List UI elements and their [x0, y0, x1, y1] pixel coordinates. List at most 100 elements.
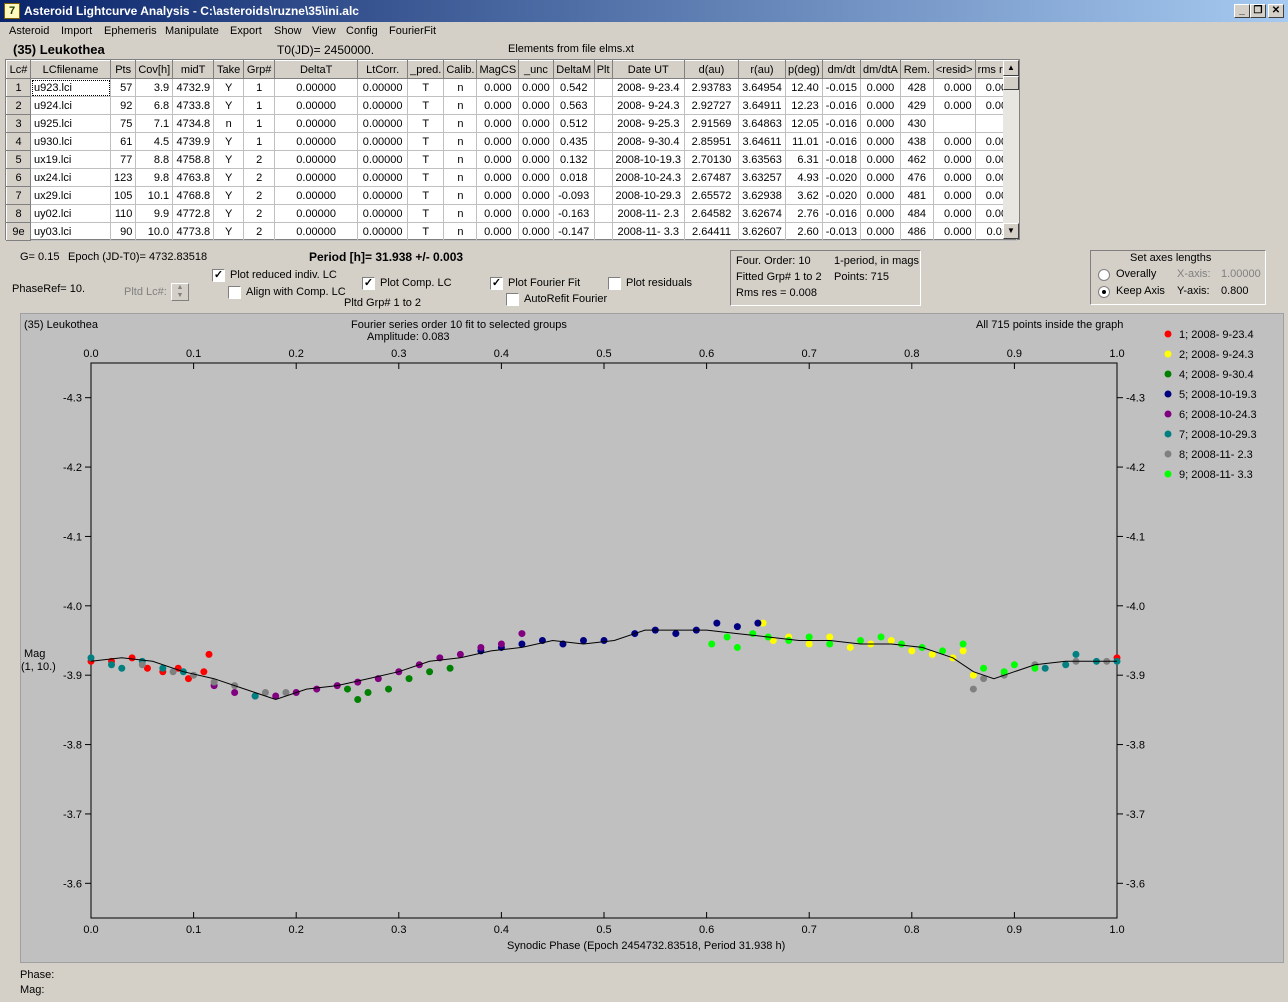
menu-export[interactable]: Export [230, 25, 262, 37]
table-cell[interactable]: 110 [110, 204, 137, 223]
table-cell[interactable]: 0.000 [518, 150, 554, 169]
plot-comp-checkbox[interactable]: ✓ [362, 277, 375, 290]
table-cell[interactable]: 0.00000 [274, 222, 359, 241]
table-row[interactable]: 9e uy03.lci 90 10.0 4773.8 Y 2 0.00000 0.00000 Tn… [6, 222, 1018, 241]
table-cell[interactable]: 0.00000 [357, 186, 409, 205]
table-cell[interactable]: ux29.lci [30, 186, 111, 205]
table-cell[interactable]: n [443, 150, 478, 169]
restore-button[interactable]: ❐ [1250, 4, 1266, 18]
table-cell[interactable]: 0.000 [476, 204, 520, 223]
table-cell[interactable]: 8.8 [135, 150, 174, 169]
table-cell[interactable]: Y [213, 222, 245, 241]
table-cell[interactable]: 429 [900, 96, 934, 115]
table-cell[interactable]: 0.000 [476, 78, 520, 97]
plot-residuals-checkbox[interactable] [608, 277, 621, 290]
table-cell[interactable] [594, 78, 613, 97]
table-cell[interactable]: -0.015 [822, 78, 862, 97]
column-header[interactable]: midT [172, 60, 215, 79]
table-cell[interactable]: 476 [900, 168, 934, 187]
table-cell[interactable]: 2.91569 [684, 114, 739, 133]
table-cell[interactable]: 92 [110, 96, 137, 115]
table-row[interactable]: 5 ux19.lci 77 8.8 4758.8 Y 2 0.00000 0.00000 Tn 0.… [6, 150, 1018, 169]
table-cell[interactable]: 2008-11- 3.3 [612, 222, 686, 241]
table-cell[interactable]: 462 [900, 150, 934, 169]
table-cell[interactable]: 57 [110, 78, 137, 97]
table-cell[interactable]: 4763.8 [172, 168, 215, 187]
table-cell[interactable]: T [407, 96, 445, 115]
table-cell[interactable]: 0.000 [518, 186, 554, 205]
column-header[interactable]: <resid> [932, 60, 976, 79]
lightcurve-chart[interactable]: 0.0 0.0 0.1 0.1 0.2 0.2 0.3 0.3 0.4 0.4 0.5 0.5 0.6 0… [21, 314, 1283, 962]
column-header[interactable]: r(au) [738, 60, 786, 79]
table-cell[interactable]: 3.63563 [738, 150, 786, 169]
table-cell[interactable]: -0.016 [822, 96, 862, 115]
table-cell[interactable]: 0.00000 [357, 204, 409, 223]
column-header[interactable]: _pred. [407, 60, 445, 79]
menu-view[interactable]: View [312, 25, 336, 37]
column-header[interactable]: Calib. [443, 60, 478, 79]
table-cell[interactable]: 0.000 [933, 132, 976, 151]
table-row[interactable]: 2 u924.lci 92 6.8 4733.8 Y 1 0.00000 0.00000 Tn 0.… [6, 96, 1018, 115]
table-cell[interactable]: 0.000 [476, 168, 520, 187]
table-cell[interactable]: n [213, 114, 245, 133]
table-cell[interactable]: T [407, 150, 445, 169]
table-cell[interactable] [594, 96, 613, 115]
table-cell[interactable]: 2 [243, 168, 276, 187]
table-cell[interactable]: 2.92727 [684, 96, 739, 115]
table-cell[interactable]: T [407, 78, 445, 97]
table-cell[interactable]: n [443, 168, 478, 187]
table-cell[interactable]: 4734.8 [172, 114, 215, 133]
table-cell[interactable]: 4773.8 [172, 222, 215, 241]
table-cell[interactable]: 4.93 [785, 168, 823, 187]
minimize-button[interactable]: _ [1234, 4, 1250, 18]
table-scrollbar[interactable]: ▲ ▼ [1003, 60, 1019, 239]
table-cell[interactable]: 0.435 [553, 132, 595, 151]
table-cell[interactable]: T [407, 168, 445, 187]
plot-reduced-checkbox[interactable]: ✓ [212, 269, 225, 282]
column-header[interactable]: Rem. [899, 60, 934, 79]
table-cell[interactable]: 2008- 9-24.3 [612, 96, 686, 115]
table-cell[interactable]: 1 [243, 96, 276, 115]
table-cell[interactable]: 3.64954 [738, 78, 786, 97]
table-cell[interactable]: 4739.9 [172, 132, 215, 151]
table-cell[interactable]: 4758.8 [172, 150, 215, 169]
table-cell[interactable]: 0.000 [518, 132, 554, 151]
table-cell[interactable]: 3.62674 [738, 204, 786, 223]
table-cell[interactable]: 486 [900, 222, 934, 241]
table-cell[interactable]: ux24.lci [30, 168, 111, 187]
table-cell[interactable]: 0.000 [518, 168, 554, 187]
row-header[interactable]: 2 [6, 96, 31, 115]
table-cell[interactable]: -0.013 [822, 222, 862, 241]
table-cell[interactable]: Y [213, 186, 245, 205]
table-cell[interactable]: 9.8 [135, 168, 174, 187]
table-cell[interactable]: 2008-10-29.3 [612, 186, 686, 205]
table-cell[interactable]: 0.00000 [357, 132, 409, 151]
table-cell[interactable]: 11.01 [785, 132, 823, 151]
table-cell[interactable]: 2008-10-24.3 [612, 168, 686, 187]
table-cell[interactable]: 3.64611 [738, 132, 786, 151]
table-cell[interactable]: 0.000 [476, 114, 520, 133]
table-cell[interactable]: 0.132 [553, 150, 595, 169]
table-cell[interactable]: 0.000 [476, 96, 520, 115]
y-axis-value[interactable]: 0.800 [1221, 285, 1249, 297]
table-cell[interactable]: u924.lci [30, 96, 111, 115]
column-header[interactable]: Plt [593, 60, 613, 79]
table-cell[interactable]: Y [213, 204, 245, 223]
table-cell[interactable]: n [443, 132, 478, 151]
table-cell[interactable]: 0.00000 [274, 150, 359, 169]
column-header[interactable]: Date UT [611, 60, 686, 79]
table-cell[interactable]: 0.000 [476, 150, 520, 169]
table-cell[interactable]: 0.000 [476, 132, 520, 151]
menu-manipulate[interactable]: Manipulate [165, 25, 219, 37]
scroll-up-button[interactable]: ▲ [1003, 60, 1019, 76]
table-cell[interactable]: 75 [110, 114, 137, 133]
table-cell[interactable]: 0.00000 [274, 168, 359, 187]
column-header[interactable]: _unc [518, 60, 554, 79]
table-cell[interactable]: 1 [243, 132, 276, 151]
table-cell[interactable]: 0.00000 [357, 168, 409, 187]
table-cell[interactable]: 0.000 [933, 78, 976, 97]
overally-radio[interactable] [1098, 269, 1110, 281]
table-cell[interactable]: 2.67487 [684, 168, 739, 187]
table-cell[interactable]: 0.00000 [357, 150, 409, 169]
close-button[interactable]: ✕ [1268, 4, 1284, 18]
